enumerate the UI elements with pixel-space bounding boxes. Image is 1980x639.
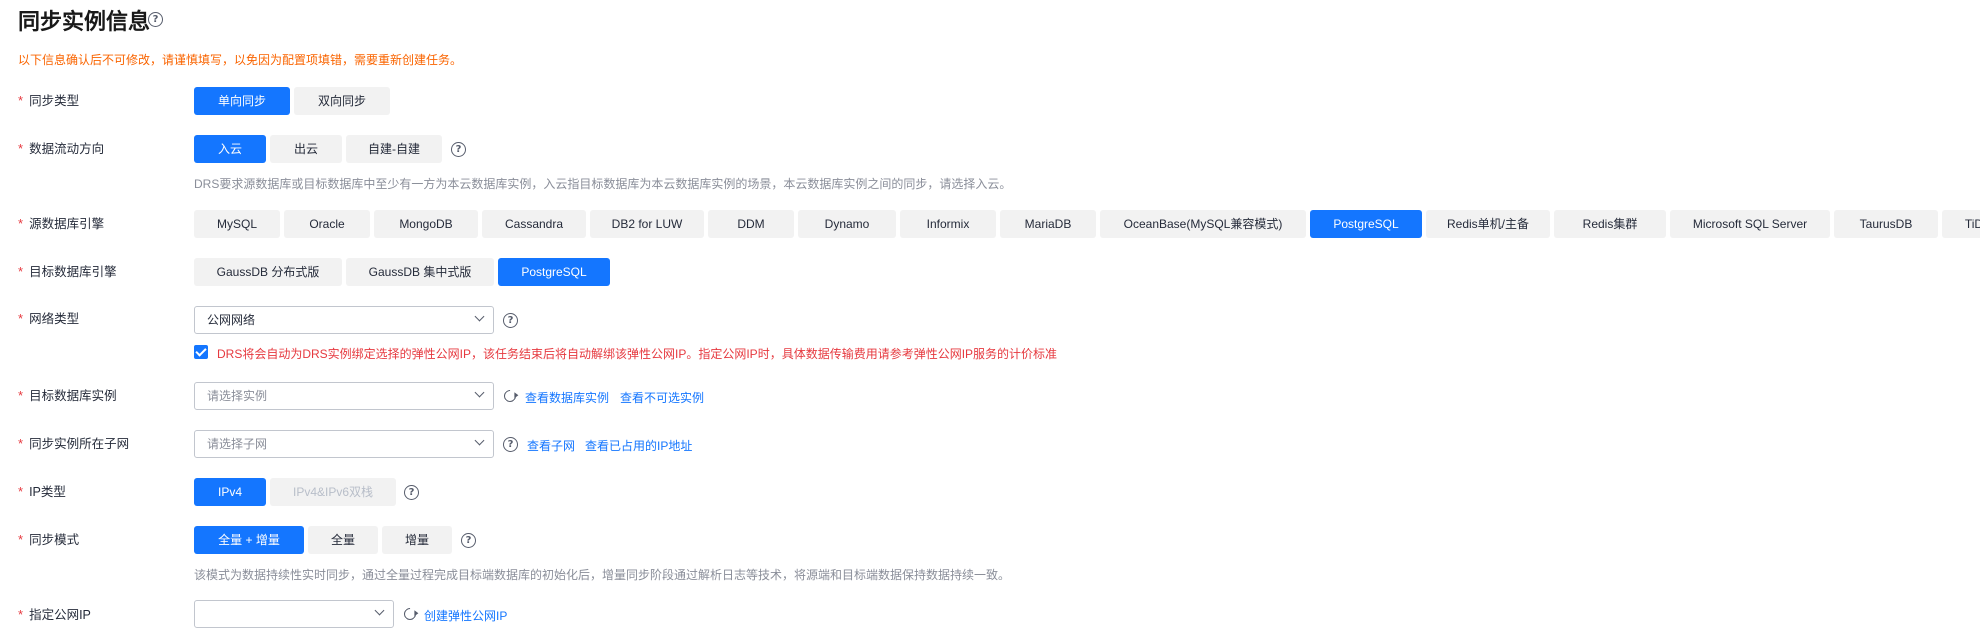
notice-text: 以下信息确认后不可修改，请谨慎填写，以免因为配置项填错，需要重新创建任务。 [18, 53, 463, 67]
source-engine-redis-single-button[interactable]: Redis单机/主备 [1426, 210, 1550, 238]
sync-mode-help-icon[interactable]: ? [461, 533, 476, 548]
ip-type-ipv4-button[interactable]: IPv4 [194, 478, 266, 506]
chevron-down-icon [474, 311, 485, 322]
required-mark: * [18, 311, 24, 326]
source-engine-dynamo-button[interactable]: Dynamo [798, 210, 896, 238]
target-engine-gaussdb-centralized-button[interactable]: GaussDB 集中式版 [346, 258, 494, 286]
target-engine-gaussdb-distributed-button[interactable]: GaussDB 分布式版 [194, 258, 342, 286]
source-engine-oracle-button[interactable]: Oracle [284, 210, 370, 238]
target-instance-select[interactable]: 请选择实例 [194, 382, 494, 410]
sync-type-two-way-button[interactable]: 双向同步 [294, 87, 390, 115]
public-ip-select[interactable] [194, 600, 394, 628]
required-mark: * [18, 216, 24, 231]
eip-warning-text: DRS将会自动为DRS实例绑定选择的弹性公网IP，该任务结束后将自动解绑该弹性公… [217, 347, 1058, 361]
sync-mode-full-button[interactable]: 全量 [308, 526, 378, 554]
source-engine-label: * 源数据库引擎 [18, 216, 105, 231]
source-engine-ddm-button[interactable]: DDM [708, 210, 794, 238]
flow-direction-help-icon[interactable]: ? [451, 142, 466, 157]
view-unselectable-instances-link[interactable]: 查看不可选实例 [620, 389, 704, 406]
network-type-label: * 网络类型 [18, 311, 80, 326]
source-engine-informix-button[interactable]: Informix [900, 210, 996, 238]
ip-type-help-icon[interactable]: ? [404, 485, 419, 500]
sync-mode-full-incremental-button[interactable]: 全量 + 增量 [194, 526, 304, 554]
source-engine-postgresql-button[interactable]: PostgreSQL [1310, 210, 1422, 238]
source-engine-oceanbase-button[interactable]: OceanBase(MySQL兼容模式) [1100, 210, 1306, 238]
eip-checkbox[interactable] [194, 345, 208, 359]
source-engine-sqlserver-button[interactable]: Microsoft SQL Server [1670, 210, 1830, 238]
subnet-placeholder: 请选择子网 [207, 437, 268, 451]
title-help-icon[interactable]: ? [148, 12, 163, 27]
create-eip-link[interactable]: 创建弹性公网IP [424, 607, 507, 624]
sync-type-label: * 同步类型 [18, 93, 80, 108]
chevron-down-icon [474, 435, 485, 446]
chevron-down-icon [374, 605, 385, 616]
ip-type-group: IPv4 IPv4&IPv6双栈 [194, 478, 396, 506]
subnet-label: * 同步实例所在子网 [18, 436, 130, 451]
flow-direction-cloud-in-button[interactable]: 入云 [194, 135, 266, 163]
target-instance-label: * 目标数据库实例 [18, 388, 117, 403]
ip-type-label: * IP类型 [18, 484, 66, 499]
subnet-help-icon[interactable]: ? [503, 437, 518, 452]
network-type-help-icon[interactable]: ? [503, 313, 518, 328]
source-engine-tidb-button[interactable]: TiDB [1942, 210, 1980, 238]
target-engine-group: GaussDB 分布式版 GaussDB 集中式版 PostgreSQL [194, 258, 610, 286]
required-mark: * [18, 388, 24, 403]
flow-direction-self-built-button[interactable]: 自建-自建 [346, 135, 442, 163]
refresh-icon[interactable] [501, 387, 519, 405]
sync-mode-group: 全量 + 增量 全量 增量 [194, 526, 452, 554]
flow-direction-hint: DRS要求源数据库或目标数据库中至少有一方为本云数据库实例，入云指目标数据库为本… [194, 177, 1012, 191]
sync-mode-incremental-button[interactable]: 增量 [382, 526, 452, 554]
required-mark: * [18, 484, 24, 499]
target-engine-postgresql-button[interactable]: PostgreSQL [498, 258, 610, 286]
required-mark: * [18, 141, 24, 156]
sync-type-group: 单向同步 双向同步 [194, 87, 390, 115]
ip-type-dual-stack-button: IPv4&IPv6双栈 [270, 478, 396, 506]
source-engine-redis-cluster-button[interactable]: Redis集群 [1554, 210, 1666, 238]
source-engine-mongodb-button[interactable]: MongoDB [374, 210, 478, 238]
flow-direction-group: 入云 出云 自建-自建 [194, 135, 442, 163]
required-mark: * [18, 264, 24, 279]
target-instance-placeholder: 请选择实例 [207, 389, 268, 403]
required-mark: * [18, 93, 24, 108]
refresh-icon[interactable] [401, 605, 419, 623]
public-ip-label: * 指定公网IP [18, 607, 91, 622]
chevron-down-icon [474, 387, 485, 398]
source-engine-taurusdb-button[interactable]: TaurusDB [1834, 210, 1938, 238]
target-engine-label: * 目标数据库引擎 [18, 264, 117, 279]
source-engine-cassandra-button[interactable]: Cassandra [482, 210, 586, 238]
flow-direction-label: * 数据流动方向 [18, 141, 105, 156]
sync-mode-hint: 该模式为数据持续性实时同步，通过全量过程完成目标端数据库的初始化后，增量同步阶段… [194, 568, 1011, 582]
page-title: 同步实例信息 [18, 9, 151, 34]
view-subnet-link[interactable]: 查看子网 [527, 437, 575, 454]
sync-type-one-way-button[interactable]: 单向同步 [194, 87, 290, 115]
required-mark: * [18, 436, 24, 451]
view-db-instances-link[interactable]: 查看数据库实例 [525, 389, 609, 406]
sync-mode-label: * 同步模式 [18, 532, 80, 547]
source-engine-db2-button[interactable]: DB2 for LUW [590, 210, 704, 238]
source-engine-mysql-button[interactable]: MySQL [194, 210, 280, 238]
subnet-select[interactable]: 请选择子网 [194, 430, 494, 458]
source-engine-mariadb-button[interactable]: MariaDB [1000, 210, 1096, 238]
required-mark: * [18, 607, 24, 622]
network-type-select[interactable]: 公网网络 [194, 306, 494, 334]
required-mark: * [18, 532, 24, 547]
flow-direction-cloud-out-button[interactable]: 出云 [270, 135, 342, 163]
network-type-value: 公网网络 [207, 313, 256, 327]
view-occupied-ip-link[interactable]: 查看已占用的IP地址 [585, 437, 692, 454]
source-engine-group: MySQL Oracle MongoDB Cassandra DB2 for L… [194, 210, 1980, 238]
